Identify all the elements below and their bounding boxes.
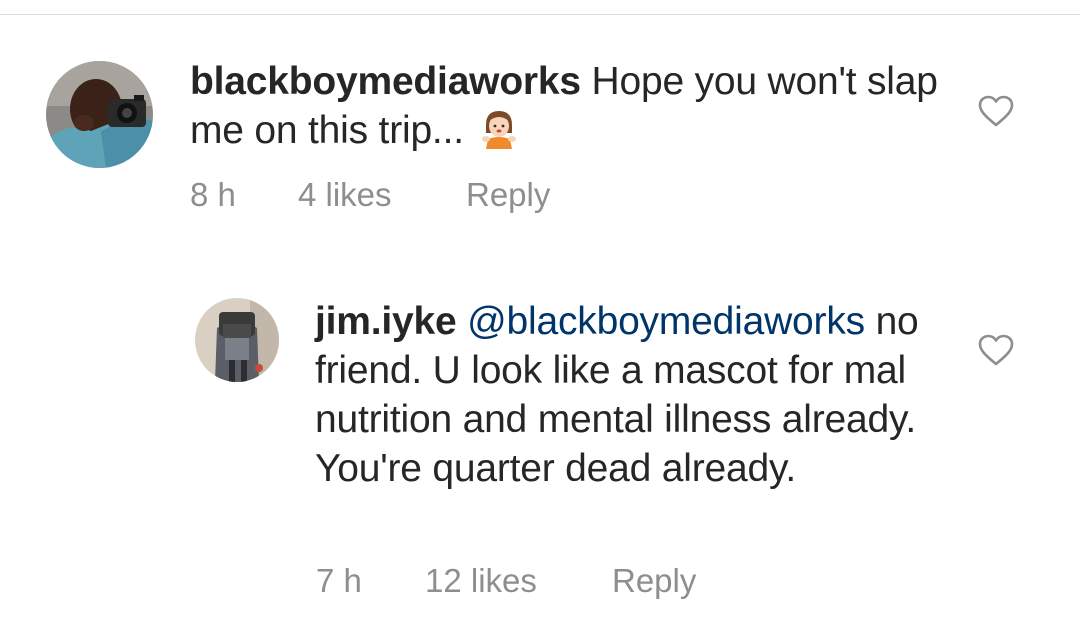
comment-timestamp: 8 h bbox=[190, 176, 236, 213]
heart-outline-icon[interactable] bbox=[977, 94, 1015, 128]
top-divider bbox=[0, 14, 1080, 15]
avatar[interactable] bbox=[46, 61, 153, 168]
comment-timestamp: 7 h bbox=[316, 562, 362, 599]
reply-button[interactable]: Reply bbox=[612, 562, 696, 600]
person-gesturing-emoji bbox=[480, 109, 518, 149]
comment-likes-count[interactable]: 4 likes bbox=[298, 176, 392, 214]
reply-button[interactable]: Reply bbox=[466, 176, 550, 214]
heart-outline-icon[interactable] bbox=[977, 333, 1015, 367]
avatar[interactable] bbox=[195, 298, 279, 382]
comment-1-text: blackboymediaworks Hope you won't slap m… bbox=[190, 57, 950, 155]
comment-likes-count[interactable]: 12 likes bbox=[425, 562, 537, 600]
comment-mention-link[interactable]: @blackboymediaworks bbox=[467, 300, 865, 343]
comment-2-text: jim.iyke @blackboymediaworks no friend. … bbox=[315, 297, 955, 493]
comment-username[interactable]: blackboymediaworks bbox=[190, 60, 581, 103]
comment-username[interactable]: jim.iyke bbox=[315, 300, 457, 343]
